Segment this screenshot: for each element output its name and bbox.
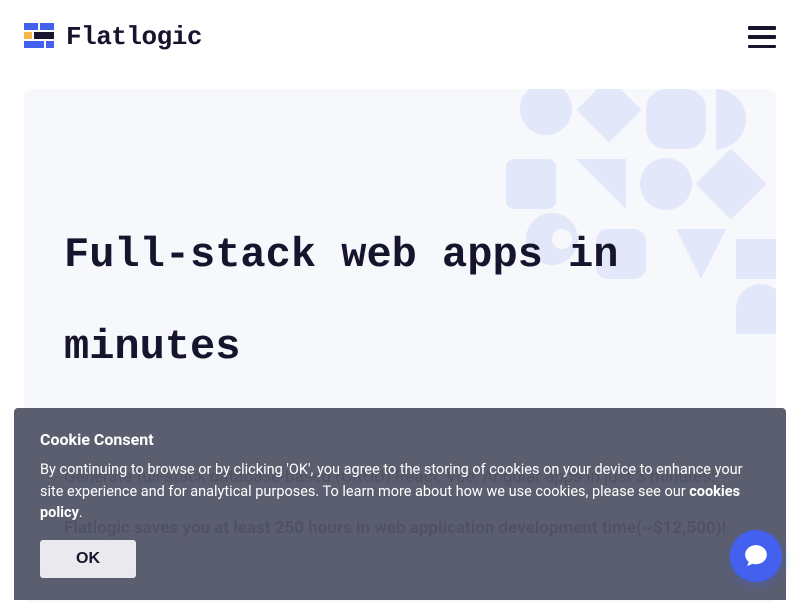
chat-widget-button[interactable] <box>730 530 782 582</box>
header: Flatlogic <box>0 0 800 74</box>
menu-toggle-button[interactable] <box>748 26 776 48</box>
brand-logo[interactable]: Flatlogic <box>24 22 202 52</box>
hamburger-icon <box>748 26 776 30</box>
cookie-message: By continuing to browse or by clicking '… <box>40 459 760 524</box>
hero-title: Full-stack web apps in minutes <box>64 209 736 394</box>
brand-name: Flatlogic <box>66 22 202 52</box>
cookie-consent-banner: Cookie Consent By continuing to browse o… <box>14 408 786 600</box>
cookie-title: Cookie Consent <box>40 430 760 449</box>
brand-logo-mark <box>24 23 56 51</box>
chat-icon <box>743 543 769 569</box>
cookie-ok-button[interactable]: OK <box>40 540 136 578</box>
cookie-body-post: . <box>79 504 83 521</box>
cookie-body-pre: By continuing to browse or by clicking '… <box>40 461 743 500</box>
